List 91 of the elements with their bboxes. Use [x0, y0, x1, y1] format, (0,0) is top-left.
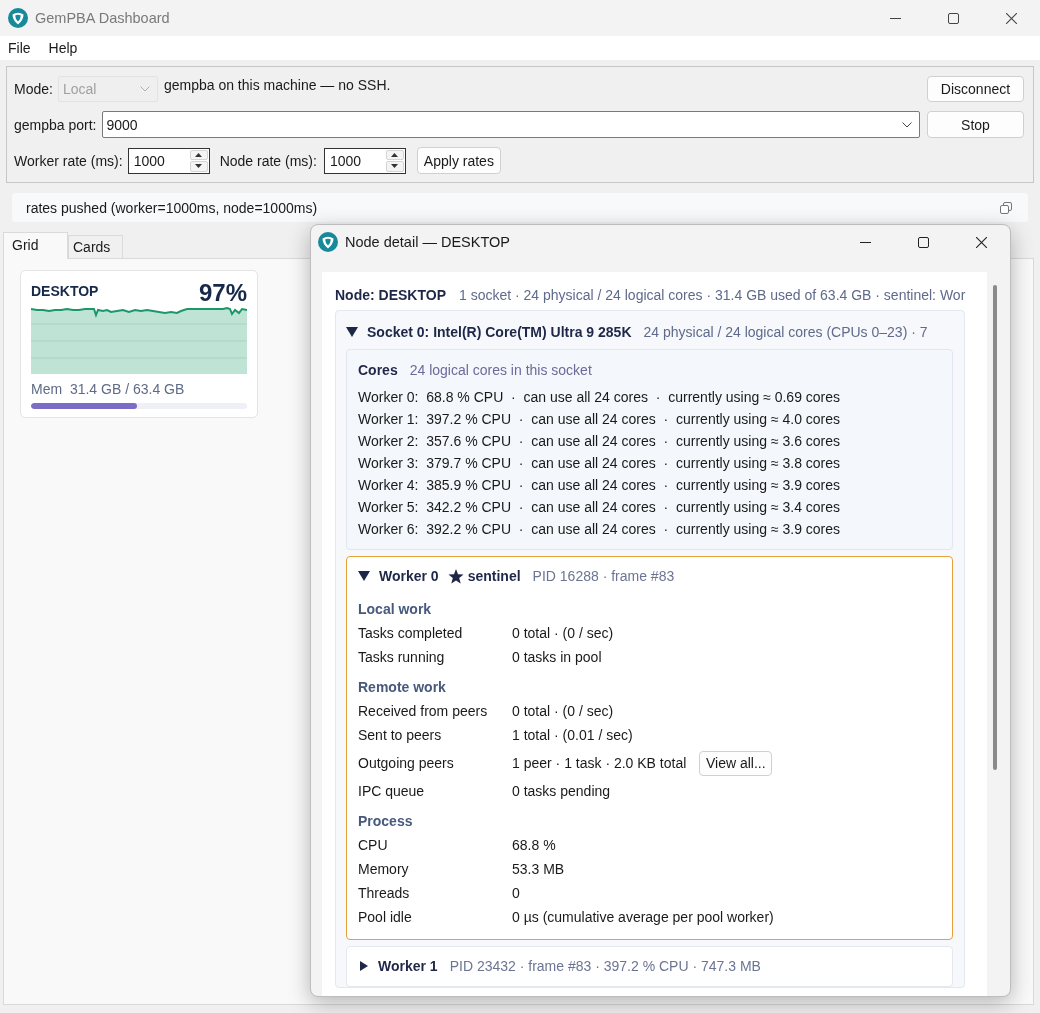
disconnect-button[interactable]: Disconnect: [927, 76, 1024, 102]
arrow-up-icon: [391, 152, 399, 157]
row-value: 1 peer · 1 task · 2.0 KB total: [512, 755, 687, 771]
maximize-icon[interactable]: [947, 12, 959, 24]
window-title: GemPBA Dashboard: [35, 10, 170, 26]
sentinel-label: sentinel: [467, 568, 521, 584]
core-usage-line: Worker 3: 379.7 % CPU · can use all 24 cores · currently using ≈ 3.8 cores: [358, 454, 842, 473]
maximize-icon[interactable]: [917, 236, 929, 248]
menu-item[interactable]: File: [0, 38, 40, 58]
core-usage-line: Worker 2: 357.6 % CPU · can use all 24 cores · currently using ≈ 3.6 cores: [358, 432, 842, 451]
chevron-down-icon[interactable]: [902, 121, 912, 128]
row-value: 0 µs (cumulative average per pool worker): [512, 909, 774, 925]
spin-down-button[interactable]: [385, 161, 404, 172]
worker-panel[interactable]: Worker 1 PID 23432 · frame #83 · 397.2 % CPU · 747.3 MB: [346, 946, 953, 987]
view-all-button[interactable]: View all...: [699, 750, 773, 776]
row-label: CPU: [358, 837, 389, 853]
minimize-icon[interactable]: [859, 241, 871, 243]
node-label: Node: DESKTOP: [335, 287, 446, 303]
spin-up-button[interactable]: [189, 149, 208, 160]
close-icon[interactable]: [975, 236, 987, 248]
row-label: Tasks running: [358, 649, 446, 665]
section-title: Process: [358, 812, 414, 831]
core-usage-line: Worker 5: 342.2 % CPU · can use all 24 cores · currently using ≈ 3.4 cores: [358, 498, 842, 517]
scrollbar-thumb[interactable]: [993, 285, 997, 770]
row-label: Threads: [358, 885, 411, 901]
row-value: 0 total · (0 / sec): [512, 625, 614, 641]
tab[interactable]: Grid: [3, 232, 68, 259]
mode-dropdown: Local: [57, 76, 158, 102]
row-value: 0 tasks pending: [512, 783, 611, 799]
worker-title: Worker 0: [379, 568, 439, 584]
app-logo-icon: [318, 232, 338, 252]
node-summary: 1 socket · 24 physical / 24 logical cores · 31.4 GB used of 63.4 GB · sentinel: Wor: [459, 287, 966, 303]
status-message: rates pushed (worker=1000ms, node=1000ms): [26, 199, 318, 216]
copy-icon[interactable]: [1000, 201, 1012, 214]
row-value: 0 tasks in pool: [512, 649, 602, 665]
tab[interactable]: Cards: [68, 235, 123, 258]
core-usage-line: Worker 4: 385.9 % CPU · can use all 24 cores · currently using ≈ 3.9 cores: [358, 476, 842, 495]
chevron-down-icon: [139, 86, 150, 92]
row-value: 53.3 MB: [512, 861, 565, 877]
stop-button[interactable]: Stop: [927, 111, 1024, 138]
node-rate-label: Node rate (ms):: [219, 152, 317, 169]
node-name: DESKTOP: [31, 282, 99, 300]
star-icon: [447, 568, 464, 584]
cpu-percent: 97%: [198, 280, 247, 306]
app-logo-icon: [8, 8, 28, 28]
core-usage-line: Worker 1: 397.2 % CPU · can use all 24 cores · currently using ≈ 4.0 cores: [358, 410, 842, 429]
row-label: Memory: [358, 861, 410, 877]
port-label: gempba port:: [14, 116, 97, 133]
row-label: Sent to peers: [358, 727, 443, 743]
minimize-icon[interactable]: [889, 17, 901, 19]
row-label: IPC queue: [358, 783, 426, 799]
cores-subtitle: 24 logical cores in this socket: [409, 362, 592, 378]
spin-up-button[interactable]: [385, 149, 404, 160]
socket-summary: 24 physical / 24 logical cores (CPUs 0–23) · 7: [643, 324, 928, 340]
row-value: 1 total · (0.01 / sec): [512, 727, 633, 743]
caret-down-icon[interactable]: [346, 327, 358, 337]
menu-item[interactable]: Help: [39, 38, 87, 58]
apply-rates-button[interactable]: Apply rates: [416, 147, 501, 174]
socket-title: Socket 0: Intel(R) Core(TM) Ultra 9 285K: [367, 324, 632, 340]
cores-title: Cores: [358, 362, 398, 378]
worker-info: PID 23432 · frame #83 · 397.2 % CPU · 747.3 MB: [449, 958, 761, 974]
mode-label: Mode:: [14, 81, 53, 97]
row-label: Received from peers: [358, 703, 489, 719]
caret-down-icon[interactable]: [358, 571, 370, 581]
worker-rate-spinbox[interactable]: 1000: [127, 147, 210, 174]
node-card[interactable]: DESKTOP 97% Mem 31.4 GB / 63.4 GB: [20, 270, 258, 418]
row-label: Outgoing peers: [358, 755, 455, 771]
memory-text: Mem 31.4 GB / 63.4 GB: [31, 380, 186, 398]
core-usage-line: Worker 0: 68.8 % CPU · can use all 24 cores · currently using ≈ 0.69 cores: [358, 388, 842, 407]
row-value: 0 total · (0 / sec): [512, 703, 614, 719]
worker-info: PID 16288 · frame #83: [532, 568, 675, 584]
core-usage-line: Worker 6: 392.2 % CPU · can use all 24 cores · currently using ≈ 3.9 cores: [358, 520, 842, 539]
arrow-down-icon: [195, 164, 203, 169]
section-title: Remote work: [358, 678, 447, 697]
row-value: 68.8 %: [512, 837, 556, 853]
arrow-down-icon: [391, 164, 399, 169]
arrow-up-icon: [195, 152, 203, 157]
worker-title: Worker 1: [378, 958, 438, 974]
caret-right-icon[interactable]: [360, 961, 368, 971]
row-value: 0: [512, 885, 520, 901]
mode-note: gempba on this machine — no SSH.: [163, 77, 391, 93]
worker-rate-label: Worker rate (ms):: [14, 152, 123, 169]
close-icon[interactable]: [1005, 12, 1017, 24]
node-rate-spinbox[interactable]: 1000: [323, 147, 406, 174]
row-label: Pool idle: [358, 909, 413, 925]
row-label: Tasks completed: [358, 625, 464, 641]
spin-down-button[interactable]: [189, 161, 208, 172]
dialog-title: Node detail — DESKTOP: [345, 234, 510, 250]
port-combobox[interactable]: 9000: [101, 111, 920, 138]
worker-panel[interactable]: [346, 556, 953, 940]
section-title: Local work: [358, 600, 433, 619]
